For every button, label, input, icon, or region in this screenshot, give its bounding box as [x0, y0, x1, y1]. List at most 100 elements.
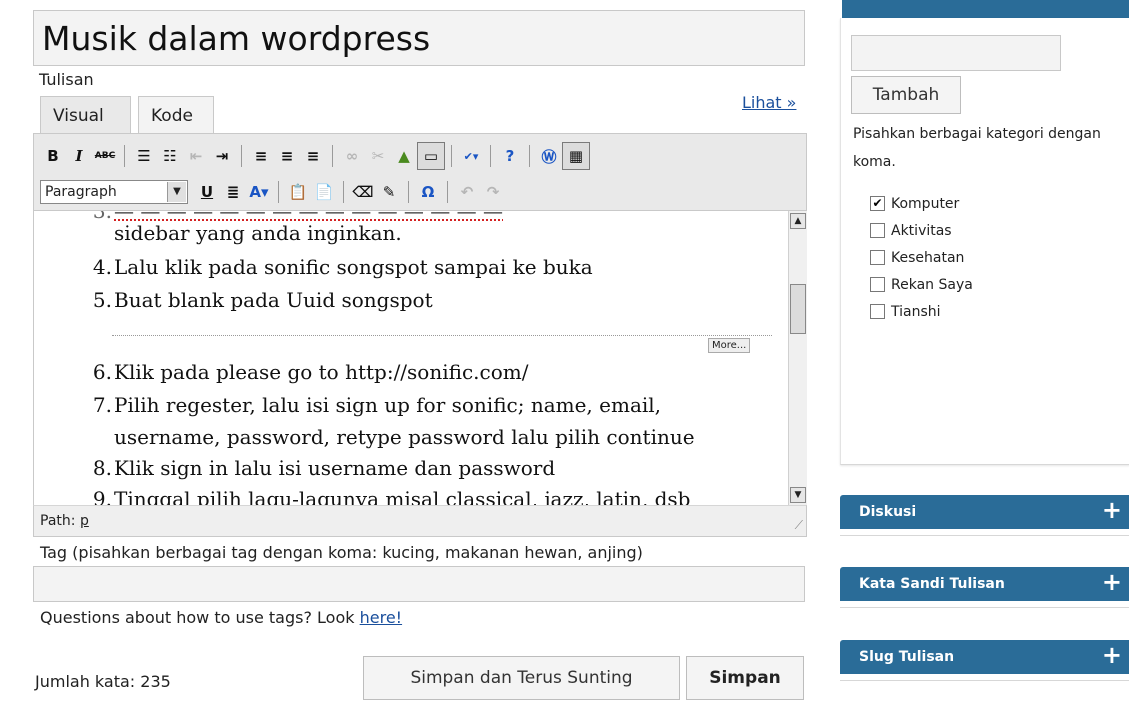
undo-icon[interactable]: ↶	[454, 179, 480, 205]
special-char-icon[interactable]: Ω	[415, 179, 441, 205]
category-label: Rekan Saya	[891, 276, 973, 293]
paste-word-icon[interactable]: 📄	[311, 179, 337, 205]
panel-discussion[interactable]: Diskusi +	[840, 495, 1129, 529]
bold-icon[interactable]: B	[40, 143, 66, 169]
text-color-icon[interactable]: A▾	[246, 179, 272, 205]
toolbar-separator	[278, 181, 279, 203]
list-text: Klik sign in lalu isi username dan passw…	[114, 456, 556, 480]
numbered-list-icon[interactable]: ☷	[157, 143, 183, 169]
checkbox-icon[interactable]	[870, 223, 885, 238]
redo-icon[interactable]: ↷	[480, 179, 506, 205]
spellcheck-icon[interactable]: ✔▾	[458, 143, 484, 169]
chevron-down-icon: ▼	[167, 182, 186, 202]
list-number: 5.	[92, 288, 112, 312]
unlink-icon[interactable]: ✂	[365, 143, 391, 169]
panel-post-slug[interactable]: Slug Tulisan +	[840, 640, 1129, 674]
toolbar-separator	[124, 145, 125, 167]
path-element-link[interactable]: p	[80, 513, 89, 529]
list-number: 4.	[92, 255, 112, 279]
expand-plus-icon[interactable]: +	[1102, 641, 1122, 669]
editor-scrollbar[interactable]: ▲ ▼	[788, 211, 807, 505]
resize-handle-icon[interactable]: ⟋	[795, 518, 803, 533]
tags-input[interactable]	[33, 566, 805, 602]
checkbox-checked-icon[interactable]: ✔	[870, 196, 885, 211]
bullet-list-icon[interactable]: ☰	[131, 143, 157, 169]
scroll-thumb[interactable]	[790, 284, 806, 334]
panel-title: Diskusi	[859, 504, 917, 520]
link-icon[interactable]: ∞	[339, 143, 365, 169]
wordpress-icon[interactable]: Ⓦ	[536, 143, 562, 169]
category-item[interactable]: Tianshi	[870, 298, 973, 325]
panel-body	[840, 529, 1129, 536]
more-tag-marker[interactable]: More...	[708, 338, 751, 353]
toolbar-separator	[529, 145, 530, 167]
justify-icon[interactable]: ≣	[220, 179, 246, 205]
scroll-down-icon[interactable]: ▼	[790, 487, 806, 503]
panel-body	[840, 601, 1129, 608]
panel-title: Kata Sandi Tulisan	[859, 576, 1005, 592]
checkbox-icon[interactable]	[870, 304, 885, 319]
post-title-input[interactable]: Musik dalam wordpress	[33, 10, 805, 66]
category-item[interactable]: Rekan Saya	[870, 271, 973, 298]
category-label: Aktivitas	[891, 222, 952, 239]
outdent-icon[interactable]: ⇤	[183, 143, 209, 169]
strikethrough-icon[interactable]: ABC	[92, 143, 118, 169]
list-text: Lalu klik pada sonific songspot sampai k…	[114, 255, 593, 279]
toolbar-separator	[241, 145, 242, 167]
underline-icon[interactable]: U	[194, 179, 220, 205]
panel-body	[840, 674, 1129, 681]
format-select-value: Paragraph	[45, 184, 117, 200]
category-item[interactable]: Aktivitas	[870, 217, 973, 244]
toolbar-separator	[447, 181, 448, 203]
align-center-icon[interactable]: ≡	[274, 143, 300, 169]
category-item[interactable]: ✔ Komputer	[870, 190, 973, 217]
tab-visual[interactable]: Visual	[40, 96, 131, 133]
remove-format-icon[interactable]: ⌫	[350, 179, 376, 205]
category-item[interactable]: Kesehatan	[870, 244, 973, 271]
toolbar-separator	[451, 145, 452, 167]
align-left-icon[interactable]: ≡	[248, 143, 274, 169]
more-separator	[112, 335, 772, 336]
italic-icon[interactable]: I	[66, 143, 92, 169]
cleanup-icon[interactable]: ✎	[376, 179, 402, 205]
list-text: username, password, retype password lalu…	[114, 425, 695, 449]
insert-more-icon[interactable]: ▭	[417, 142, 445, 170]
tags-label: Tag (pisahkan berbagai tag dengan koma: …	[40, 543, 643, 562]
help-icon[interactable]: ?	[497, 143, 523, 169]
save-button[interactable]: Simpan	[686, 656, 804, 700]
list-text: Tinggal pilih lagu-lagunya misal classic…	[114, 487, 691, 505]
expand-plus-icon[interactable]: +	[1102, 496, 1122, 524]
list-number: 6.	[92, 360, 112, 384]
panel-post-password[interactable]: Kata Sandi Tulisan +	[840, 567, 1129, 601]
paste-text-icon[interactable]: 📋	[285, 179, 311, 205]
checkbox-icon[interactable]	[870, 277, 885, 292]
category-label: Kesehatan	[891, 249, 965, 266]
category-hint: Pisahkan berbagai kategori dengan koma.	[853, 126, 1101, 170]
add-category-button[interactable]: Tambah	[851, 76, 961, 114]
align-right-icon[interactable]: ≡	[300, 143, 326, 169]
preview-link[interactable]: Lihat »	[742, 93, 796, 112]
kitchen-sink-icon[interactable]: ▦	[562, 142, 590, 170]
editor-toolbar: B I ABC ☰ ☷ ⇤ ⇥ ≡ ≡ ≡ ∞ ✂ ▲ ▭ ✔▾ ? Ⓦ ▦ P…	[33, 133, 807, 211]
expand-plus-icon[interactable]: +	[1102, 568, 1122, 596]
categories-panel-header[interactable]	[842, 0, 1129, 18]
list-text: Buat blank pada Uuid songspot	[114, 288, 433, 312]
list-number: 7.	[92, 393, 112, 417]
scroll-up-icon[interactable]: ▲	[790, 213, 806, 229]
list-text: Klik pada please go to http://sonific.co…	[114, 360, 529, 384]
tags-help-link[interactable]: here!	[360, 608, 402, 627]
list-number: 8.	[92, 456, 112, 480]
indent-icon[interactable]: ⇥	[209, 143, 235, 169]
path-label: Path:	[40, 513, 76, 529]
editor-content[interactable]: 3. — — — — — — — — — — — — — — — sidebar…	[33, 211, 789, 505]
save-continue-button[interactable]: Simpan dan Terus Sunting	[363, 656, 680, 700]
insert-image-icon[interactable]: ▲	[391, 143, 417, 169]
format-select[interactable]: Paragraph ▼	[40, 180, 188, 204]
panel-title: Slug Tulisan	[859, 649, 955, 665]
toolbar-row-2: Paragraph ▼ U ≣ A▾ 📋 📄 ⌫ ✎ Ω ↶ ↷	[40, 176, 506, 208]
checkbox-icon[interactable]	[870, 250, 885, 265]
list-number: 3.	[92, 211, 112, 223]
tab-code[interactable]: Kode	[138, 96, 214, 133]
new-category-input[interactable]	[851, 35, 1061, 71]
tags-help: Questions about how to use tags? Look he…	[40, 608, 402, 627]
